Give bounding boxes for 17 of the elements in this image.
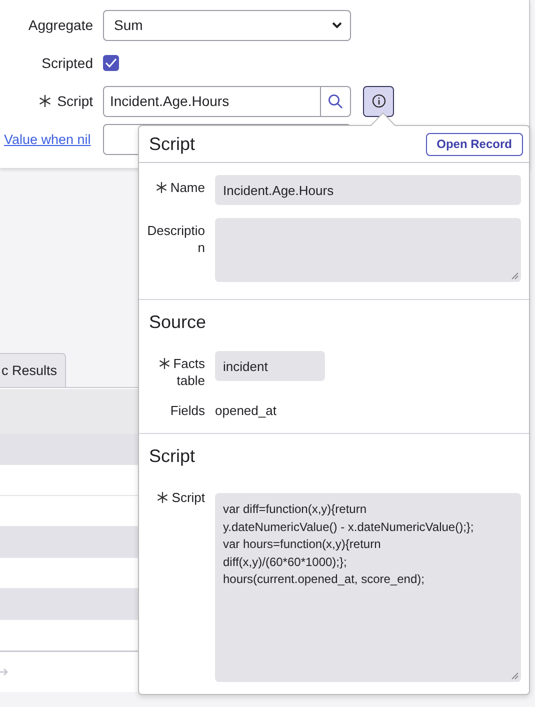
field-label: Facts table bbox=[147, 355, 205, 389]
field-label: Script bbox=[57, 93, 93, 109]
field-value: opened_at bbox=[215, 403, 276, 418]
field-label: Aggregate bbox=[27, 17, 93, 33]
section-title: Source bbox=[148, 312, 208, 333]
code-line: y.dateNumericValue() - x.dateNumericValue();}; bbox=[223, 518, 475, 536]
section-title: Script bbox=[148, 446, 196, 467]
field-label: Name bbox=[156, 179, 205, 196]
field-label: Script bbox=[157, 489, 205, 506]
code-line: diff(x,y)/(60*60*1000);}; bbox=[223, 554, 348, 570]
code-line: var diff=function(x,y){return bbox=[223, 501, 368, 518]
code-line: var hours=function(x,y){return bbox=[223, 536, 382, 553]
code-line: hours(current.opened_at, score_end); bbox=[223, 571, 426, 588]
popover-title: Script bbox=[149, 134, 196, 154]
field-label: Scripted bbox=[40, 55, 93, 71]
field-label: Fields bbox=[170, 402, 205, 419]
field-label: Description bbox=[147, 222, 205, 256]
